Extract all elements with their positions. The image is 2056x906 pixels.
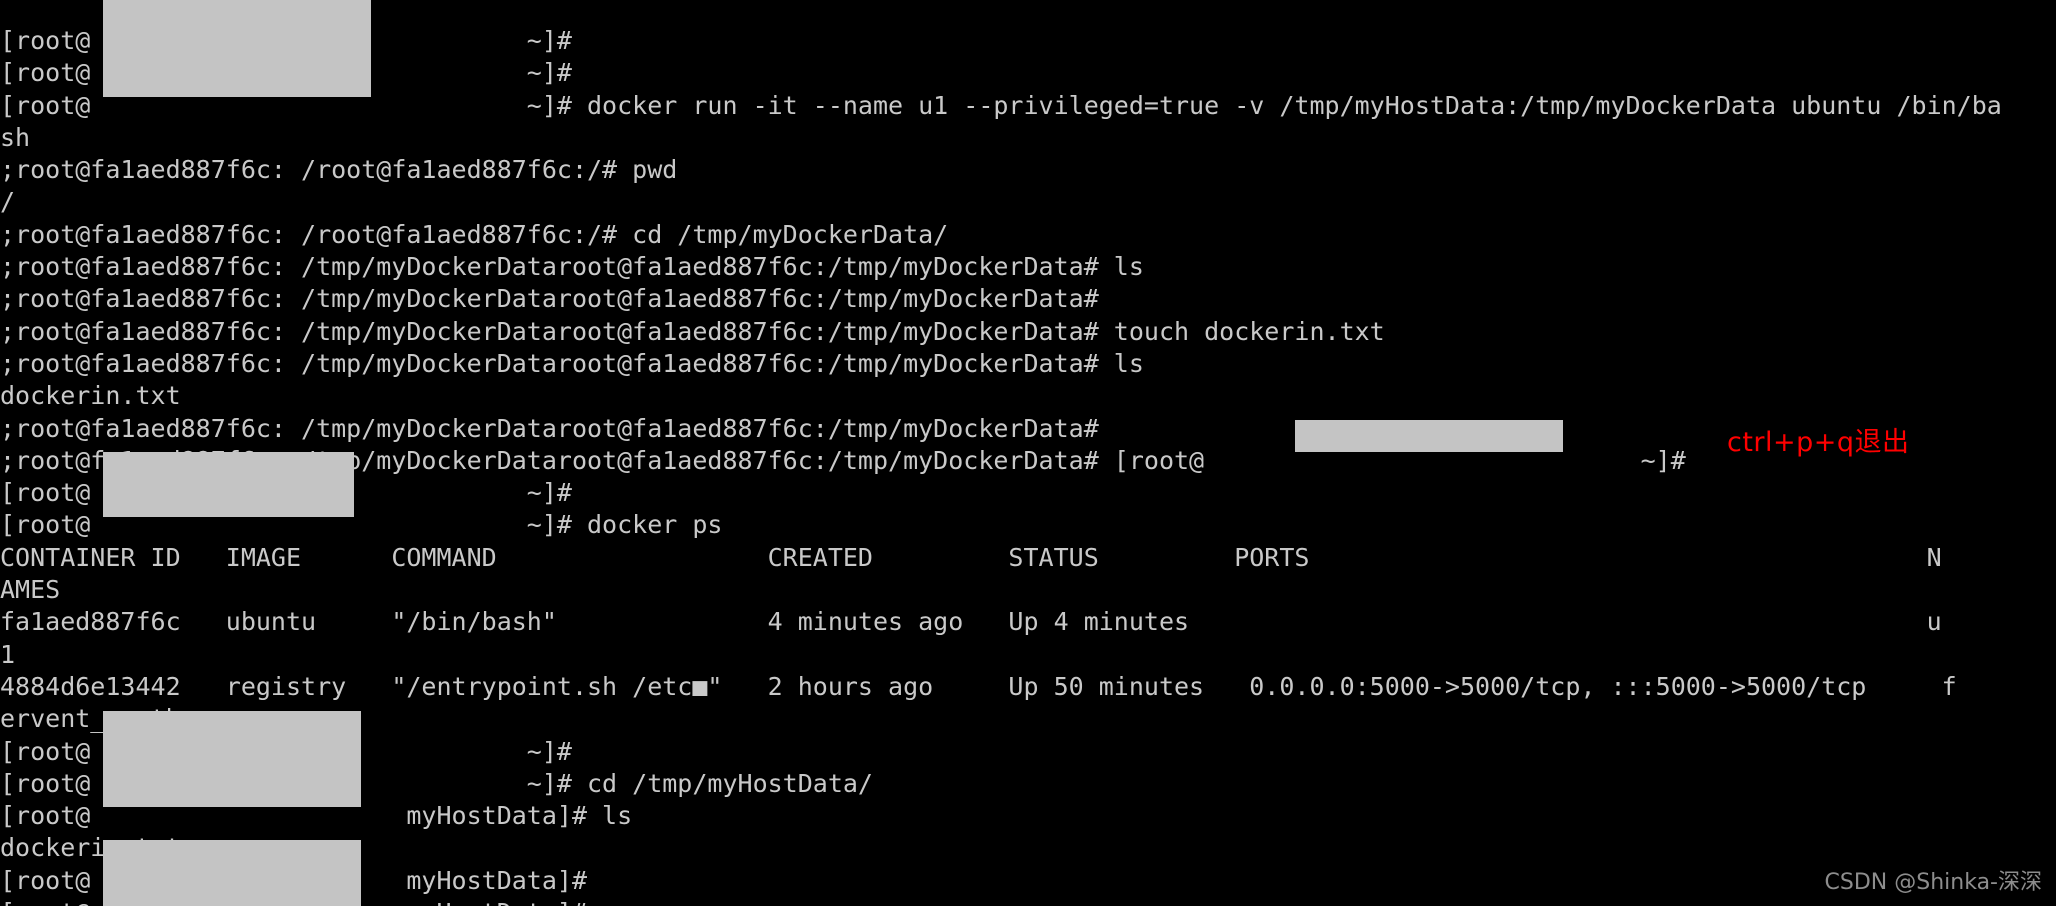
redaction-block bbox=[102, 710, 361, 808]
terminal-screen: [root@ ~]# [root@ ~]# [root@ ~]# docker … bbox=[0, 0, 2056, 906]
ctrl-pq-annotation: ctrl+p+q退出 bbox=[1727, 427, 1910, 458]
redaction-block bbox=[102, 452, 355, 517]
redaction-block bbox=[102, 0, 371, 97]
redaction-block bbox=[1294, 419, 1563, 453]
csdn-watermark: CSDN @Shinka-深深 bbox=[1824, 870, 2042, 895]
redaction-block bbox=[102, 839, 361, 906]
